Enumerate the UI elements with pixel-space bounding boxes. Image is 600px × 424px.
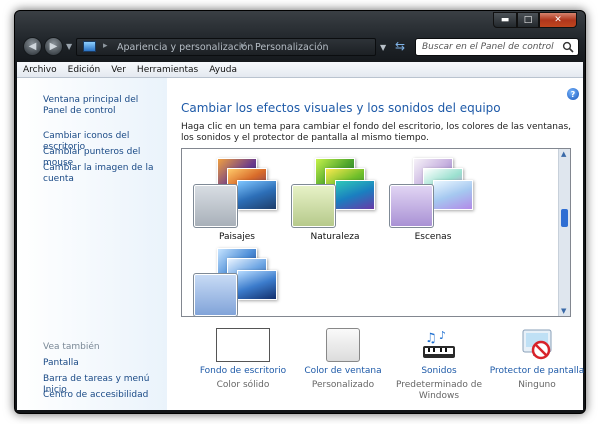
content-area: Ventana principal del Panel de control C… bbox=[17, 78, 584, 410]
address-bar[interactable]: ▸ Apariencia y personalización ▸ Persona… bbox=[76, 38, 376, 56]
theme-scrollbar[interactable]: ▲ ▼ bbox=[558, 149, 570, 316]
minimize-button[interactable]: ▬ bbox=[493, 12, 517, 28]
page-title: Cambiar los efectos visuales y los sonid… bbox=[181, 101, 501, 115]
breadcrumb-personalizacion[interactable]: Personalización bbox=[255, 42, 329, 53]
theme-color-swatch bbox=[193, 184, 238, 228]
forward-button[interactable]: ▶ bbox=[44, 37, 63, 56]
desktop-background-preview bbox=[216, 328, 270, 362]
control-panel-icon bbox=[83, 41, 96, 52]
option-label[interactable]: Fondo de escritorio bbox=[189, 366, 297, 376]
sidebar-link-control-panel-home[interactable]: Ventana principal del Panel de control bbox=[43, 95, 163, 117]
menu-archivo[interactable]: Archivo bbox=[23, 65, 57, 75]
search-input[interactable]: Buscar en el Panel de control bbox=[415, 38, 579, 56]
scroll-thumb[interactable] bbox=[561, 209, 568, 227]
theme-escenas[interactable]: Escenas bbox=[383, 152, 483, 242]
sounds-icon: ♫ ♪ bbox=[423, 329, 455, 358]
task-pane: Ventana principal del Panel de control C… bbox=[17, 78, 167, 410]
menu-edicion[interactable]: Edición bbox=[68, 65, 101, 75]
theme-thumbnail bbox=[433, 180, 473, 210]
option-screen-saver[interactable]: Protector de pantalla Ninguno bbox=[483, 328, 591, 391]
scroll-up-icon[interactable]: ▲ bbox=[561, 150, 566, 158]
theme-naturaleza[interactable]: Naturaleza bbox=[285, 152, 385, 242]
breadcrumb-apariencia[interactable]: Apariencia y personalización bbox=[117, 42, 253, 53]
theme-label: Escenas bbox=[414, 232, 452, 242]
search-placeholder: Buscar en el Panel de control bbox=[422, 42, 554, 52]
option-value: Personalizado bbox=[311, 380, 375, 390]
back-button[interactable]: ◀ bbox=[23, 37, 42, 56]
svg-text:♫: ♫ bbox=[425, 331, 437, 346]
scroll-down-icon[interactable]: ▼ bbox=[561, 307, 566, 315]
sidebar-link-account-picture[interactable]: Cambiar la imagen de la cuenta bbox=[43, 163, 163, 185]
recent-pages-dropdown-icon[interactable]: ▼ bbox=[66, 42, 72, 51]
refresh-icon[interactable]: ⇆ bbox=[395, 39, 405, 53]
maximize-button[interactable]: □ bbox=[517, 12, 539, 28]
close-button[interactable]: ✕ bbox=[539, 12, 577, 28]
menu-herramientas[interactable]: Herramientas bbox=[137, 65, 198, 75]
option-label[interactable]: Protector de pantalla bbox=[483, 366, 591, 376]
theme-windows[interactable] bbox=[187, 244, 287, 334]
option-desktop-background[interactable]: Fondo de escritorio Color sólido bbox=[189, 328, 297, 391]
theme-list: Paisajes Naturaleza Escenas ▲ ▼ bbox=[181, 148, 571, 317]
menu-ver[interactable]: Ver bbox=[111, 65, 126, 75]
option-value: Color sólido bbox=[216, 380, 270, 390]
option-sounds[interactable]: ♫ ♪ Sonidos Predeterminado de Windows bbox=[385, 328, 493, 402]
address-separator-icon[interactable]: ▸ bbox=[241, 41, 246, 51]
theme-color-swatch bbox=[193, 273, 238, 317]
svg-text:♪: ♪ bbox=[439, 329, 446, 342]
theme-thumbnail bbox=[237, 180, 277, 210]
help-icon[interactable]: ? bbox=[567, 88, 579, 100]
option-label[interactable]: Sonidos bbox=[385, 366, 493, 376]
see-also-display[interactable]: Pantalla bbox=[43, 358, 163, 369]
see-also-ease-of-access[interactable]: Centro de accesibilidad bbox=[43, 390, 163, 401]
caption-buttons: ▬ □ ✕ bbox=[493, 12, 577, 28]
theme-thumbnail bbox=[335, 180, 375, 210]
theme-thumbnail bbox=[237, 270, 277, 300]
theme-paisajes[interactable]: Paisajes bbox=[187, 152, 287, 242]
theme-color-swatch bbox=[389, 184, 434, 228]
search-icon[interactable] bbox=[562, 41, 574, 53]
screen-saver-icon bbox=[522, 329, 552, 360]
address-dropdown-icon[interactable]: ▼ bbox=[380, 43, 386, 52]
option-label[interactable]: Color de ventana bbox=[289, 366, 397, 376]
theme-label: Paisajes bbox=[219, 232, 255, 242]
menu-bar: Archivo Edición Ver Herramientas Ayuda bbox=[17, 62, 583, 78]
page-description: Haga clic en un tema para cambiar el fon… bbox=[181, 122, 572, 143]
option-value: Predeterminado de Windows bbox=[396, 380, 482, 401]
see-also-heading: Vea también bbox=[43, 342, 100, 352]
address-separator-icon[interactable]: ▸ bbox=[103, 41, 108, 51]
control-panel-window: ▬ □ ✕ ◀ ▶ ▼ ▸ Apariencia y personalizaci… bbox=[14, 10, 586, 414]
option-window-color[interactable]: Color de ventana Personalizado bbox=[289, 328, 397, 391]
theme-label: Naturaleza bbox=[310, 232, 360, 242]
option-value: Ninguno bbox=[518, 380, 556, 390]
menu-ayuda[interactable]: Ayuda bbox=[209, 65, 237, 75]
theme-color-swatch bbox=[291, 184, 336, 228]
navigation-bar: ◀ ▶ ▼ ▸ Apariencia y personalización ▸ P… bbox=[23, 36, 579, 58]
window-color-swatch bbox=[326, 328, 360, 362]
